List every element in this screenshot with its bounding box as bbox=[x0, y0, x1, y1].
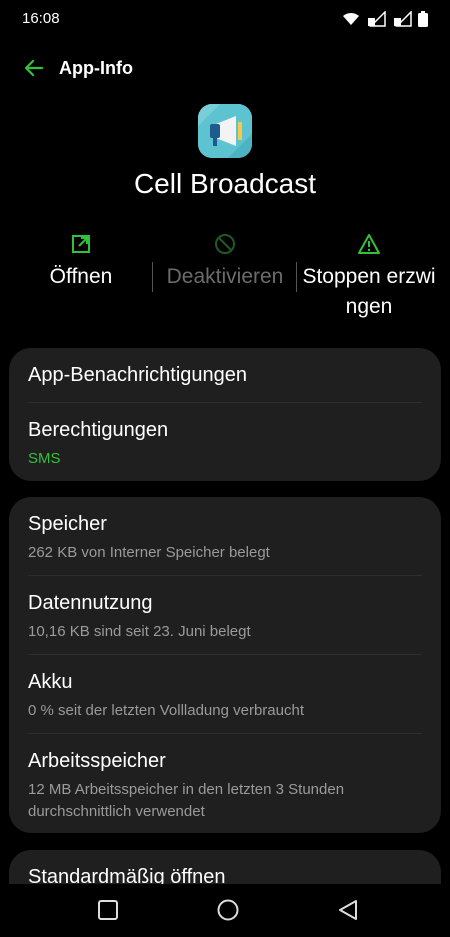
signal-icon bbox=[394, 11, 412, 27]
back-icon[interactable] bbox=[336, 898, 360, 922]
status-time: 16:08 bbox=[22, 10, 60, 27]
status-icons bbox=[342, 10, 428, 28]
open-button[interactable]: Öffnen bbox=[6, 232, 156, 292]
force-stop-button[interactable]: Stoppen erzwingen bbox=[294, 232, 444, 322]
disable-icon bbox=[215, 234, 235, 254]
open-button-label: Öffnen bbox=[49, 265, 113, 288]
storage-title: Speicher bbox=[28, 513, 107, 535]
app-notifications-title: App-Benachrichtigungen bbox=[28, 364, 248, 386]
app-notifications-item[interactable]: App-Benachrichtigungen bbox=[9, 348, 441, 402]
signal-icon bbox=[368, 11, 386, 27]
battery-icon bbox=[418, 11, 428, 27]
back-arrow-icon[interactable] bbox=[22, 56, 46, 80]
battery-item[interactable]: Akku 0 % seit der letzten Vollladung ver… bbox=[9, 655, 441, 733]
action-row: Öffnen Deaktivieren Stoppen erzwingen bbox=[0, 232, 450, 332]
app-bar: App-Info bbox=[0, 48, 450, 88]
system-nav-bar bbox=[0, 884, 450, 937]
permissions-title: Berechtigungen bbox=[28, 419, 169, 441]
disable-button-label: Deaktivieren bbox=[166, 265, 284, 288]
data-usage-title: Datennutzung bbox=[28, 592, 153, 614]
app-name: Cell Broadcast bbox=[133, 168, 317, 199]
data-usage-subtitle: 10,16 KB sind seit 23. Juni belegt bbox=[28, 623, 251, 640]
status-bar: 16:08 bbox=[0, 0, 450, 38]
warning-icon bbox=[358, 234, 380, 254]
wifi-icon bbox=[343, 12, 359, 25]
force-stop-button-label: Stoppen erzwingen bbox=[302, 265, 436, 318]
memory-title: Arbeitsspeicher bbox=[28, 750, 166, 772]
battery-subtitle: 0 % seit der letzten Vollladung verbrauc… bbox=[28, 702, 304, 719]
open-external-icon bbox=[72, 235, 90, 253]
app-icon bbox=[198, 104, 252, 158]
battery-title: Akku bbox=[28, 671, 73, 693]
memory-item[interactable]: Arbeitsspeicher 12 MB Arbeitsspeicher in… bbox=[9, 734, 441, 823]
page-title: App-Info bbox=[59, 58, 133, 78]
recents-icon[interactable] bbox=[96, 898, 120, 922]
data-usage-item[interactable]: Datennutzung 10,16 KB sind seit 23. Juni… bbox=[9, 576, 441, 654]
card-notifications-permissions: App-Benachrichtigungen Berechtigungen SM… bbox=[9, 348, 441, 481]
card-usage: Speicher 262 KB von Interner Speicher be… bbox=[9, 497, 441, 833]
permissions-subtitle: SMS bbox=[28, 450, 61, 467]
permissions-item[interactable]: Berechtigungen SMS bbox=[9, 403, 441, 470]
memory-subtitle: 12 MB Arbeitsspeicher in den letzten 3 S… bbox=[28, 781, 345, 820]
home-icon[interactable] bbox=[216, 898, 240, 922]
storage-item[interactable]: Speicher 262 KB von Interner Speicher be… bbox=[9, 497, 441, 575]
storage-subtitle: 262 KB von Interner Speicher belegt bbox=[28, 544, 270, 561]
disable-button[interactable]: Deaktivieren bbox=[150, 232, 300, 292]
cell-broadcast-icon bbox=[198, 104, 252, 158]
